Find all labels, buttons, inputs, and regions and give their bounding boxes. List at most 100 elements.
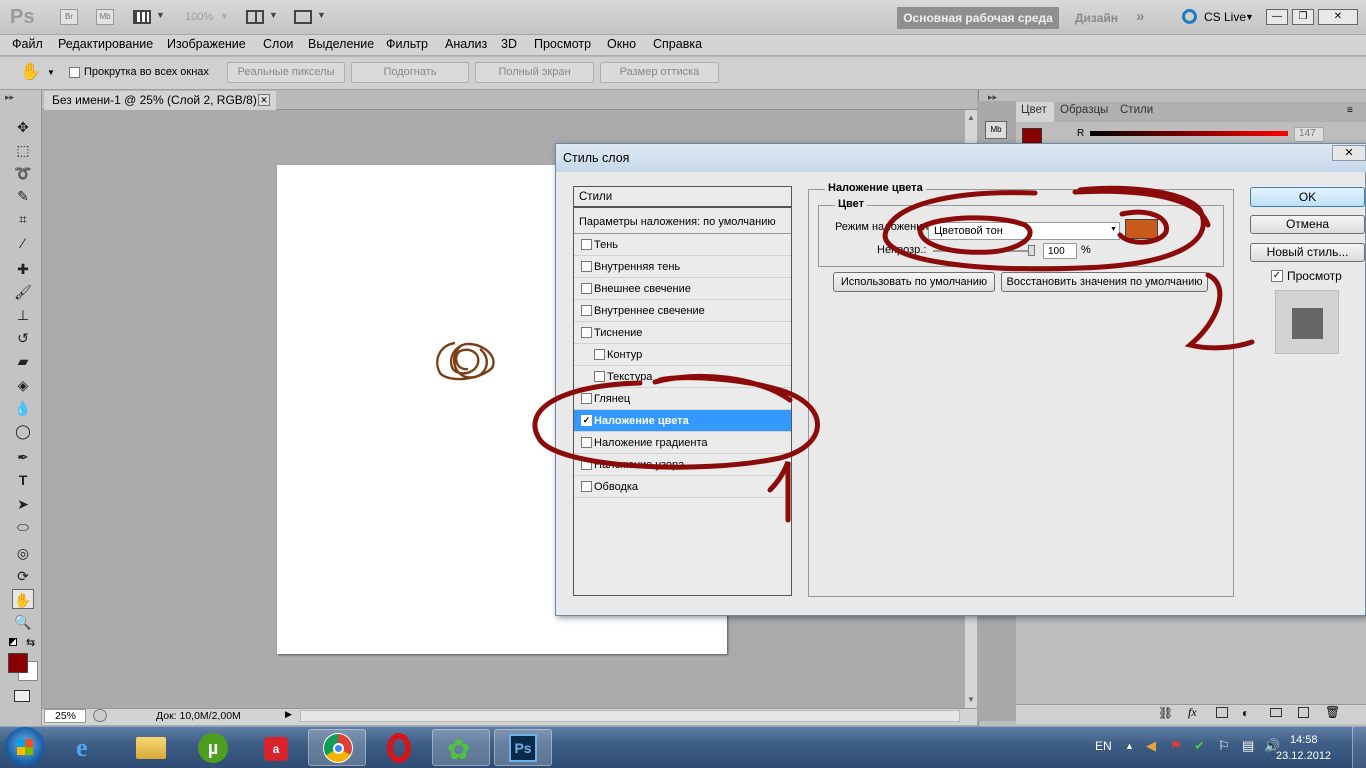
panel-foreground-swatch[interactable] (1022, 128, 1042, 144)
link-layers-icon[interactable]: ⛓ (1158, 706, 1173, 720)
effect-checkbox[interactable] (581, 261, 592, 272)
taskbar-chrome[interactable] (308, 729, 366, 766)
pen-tool-icon[interactable]: ✒ (12, 447, 34, 467)
scroll-up-icon[interactable]: ▲ (967, 113, 975, 122)
effect-row[interactable]: Наложение градиента (574, 432, 791, 454)
marquee-tool-icon[interactable]: ⬚ (12, 140, 34, 160)
chevron-down-icon[interactable]: ▼ (1110, 226, 1117, 233)
tray-security-icon[interactable]: ⚑ (1170, 738, 1182, 754)
print-size-button[interactable]: Размер оттиска (600, 62, 719, 83)
menu-3d[interactable]: 3D (501, 37, 517, 51)
chevron-down-icon[interactable]: ▼ (269, 10, 278, 20)
minimize-button[interactable]: — (1266, 9, 1288, 25)
chevron-down-icon[interactable]: ▼ (220, 11, 229, 21)
mini-bridge-button[interactable]: Mb (96, 9, 114, 25)
eyedropper-tool-icon[interactable]: ⁄ (12, 233, 34, 253)
red-channel-slider[interactable] (1090, 131, 1288, 136)
effect-checkbox[interactable] (581, 327, 592, 338)
status-menu-arrow-icon[interactable]: ▶ (285, 709, 292, 720)
effect-checkbox[interactable] (581, 393, 592, 404)
close-document-icon[interactable]: ✕ (258, 94, 270, 106)
history-brush-tool-icon[interactable]: ↺ (12, 328, 34, 348)
effect-checkbox[interactable] (594, 349, 605, 360)
actual-pixels-button[interactable]: Реальные пикселы (227, 62, 345, 83)
workspace-essentials-button[interactable]: Основная рабочая среда (897, 7, 1059, 29)
taskbar-opera[interactable] (370, 729, 428, 766)
eraser-tool-icon[interactable]: ▰ (12, 351, 34, 371)
effect-row[interactable]: Тень (574, 234, 791, 256)
menu-analysis[interactable]: Анализ (445, 37, 487, 51)
tray-app-icon[interactable]: ◀ (1146, 738, 1156, 754)
effect-row[interactable]: Внутренняя тень (574, 256, 791, 278)
move-tool-icon[interactable]: ✥ (12, 117, 34, 137)
cs-live-button[interactable]: CS Live (1204, 10, 1246, 24)
arrange-documents-icon[interactable] (246, 10, 264, 24)
tab-styles[interactable]: Стили (1120, 104, 1153, 116)
effect-row[interactable]: Наложение узора (574, 454, 791, 476)
default-colors-icon[interactable] (9, 638, 17, 646)
reset-default-button[interactable]: Восстановить значения по умолчанию (1001, 272, 1208, 292)
cs-live-icon[interactable] (1182, 9, 1197, 24)
tab-swatches[interactable]: Образцы (1060, 104, 1108, 116)
fill-screen-button[interactable]: Полный экран (475, 62, 594, 83)
new-layer-icon[interactable] (1298, 707, 1309, 718)
show-desktop-button[interactable] (1352, 727, 1366, 768)
blending-options-item[interactable]: Параметры наложения: по умолчанию (574, 210, 791, 234)
3d-orbit-tool-icon[interactable]: ⟳ (12, 566, 34, 586)
effect-checkbox[interactable] (581, 305, 592, 316)
trash-icon[interactable]: 🗑 (1325, 705, 1340, 719)
hand-tool-icon[interactable]: ✋ (12, 589, 34, 609)
status-info-icon[interactable] (93, 709, 107, 722)
clone-stamp-tool-icon[interactable]: ⊥ (12, 305, 34, 325)
foreground-color-swatch[interactable] (8, 653, 28, 673)
bridge-button[interactable]: Br (60, 9, 78, 25)
healing-brush-tool-icon[interactable]: ✚ (12, 259, 34, 279)
effect-checkbox[interactable] (581, 481, 592, 492)
effect-row[interactable]: Тиснение (574, 322, 791, 344)
network-icon[interactable]: ▤ (1242, 738, 1254, 754)
tray-action-center-icon[interactable]: ⚐ (1218, 738, 1230, 754)
opacity-input[interactable]: 100 (1043, 243, 1077, 259)
styles-header[interactable]: Стили (574, 187, 791, 208)
type-tool-icon[interactable]: T (12, 470, 34, 490)
effect-checkbox[interactable] (581, 283, 592, 294)
ok-button[interactable]: OK (1250, 187, 1365, 207)
effect-checkbox[interactable] (594, 371, 605, 382)
crop-tool-icon[interactable]: ⌗ (12, 209, 34, 229)
taskbar-icq[interactable]: ✿ (432, 729, 490, 766)
blur-tool-icon[interactable]: 💧 (12, 398, 34, 418)
menu-view[interactable]: Просмотр (534, 37, 591, 51)
restore-button[interactable]: ❐ (1292, 9, 1314, 25)
close-button[interactable]: ✕ (1318, 9, 1358, 25)
chevron-down-icon[interactable]: ▼ (156, 10, 165, 20)
effect-row[interactable]: Контур (574, 344, 791, 366)
dialog-close-button[interactable]: ✕ (1332, 145, 1366, 161)
scroll-all-windows-checkbox[interactable] (69, 67, 80, 78)
paint-bucket-tool-icon[interactable]: ◈ (12, 375, 34, 395)
effect-row[interactable]: ✓ Наложение цвета (574, 410, 791, 432)
menu-layers[interactable]: Слои (263, 37, 293, 51)
preview-checkbox[interactable]: ✓ (1271, 270, 1283, 282)
effect-row[interactable]: Текстура (574, 366, 791, 388)
effect-checkbox[interactable] (581, 437, 592, 448)
taskbar-photoshop[interactable]: Ps (494, 729, 552, 766)
language-indicator[interactable]: EN (1095, 739, 1112, 753)
taskbar-aimp[interactable]: a (246, 729, 304, 766)
taskbar-file-explorer[interactable] (122, 729, 180, 766)
quick-select-tool-icon[interactable]: ✎ (12, 186, 34, 206)
document-tab[interactable]: Без имени-1 @ 25% (Слой 2, RGB/8) * (44, 91, 276, 110)
dodge-tool-icon[interactable]: ◯ (12, 421, 34, 441)
overlay-color-swatch[interactable] (1125, 219, 1158, 239)
menu-select[interactable]: Выделение (308, 37, 374, 51)
tray-torrent-icon[interactable]: ✔ (1194, 738, 1205, 754)
red-channel-value[interactable]: 147 (1294, 127, 1324, 142)
blend-mode-select[interactable]: Цветовой тон (928, 222, 1120, 240)
scroll-down-icon[interactable]: ▼ (967, 695, 975, 704)
effect-row[interactable]: Внутреннее свечение (574, 300, 791, 322)
screen-mode-icon[interactable] (294, 10, 312, 24)
hand-tool-preset-icon[interactable]: ✋ (20, 62, 41, 82)
horizontal-scrollbar[interactable] (300, 710, 960, 722)
effect-row[interactable]: Глянец (574, 388, 791, 410)
taskbar-internet-explorer[interactable]: e (60, 729, 118, 766)
clock-date[interactable]: 23.12.2012 (1276, 750, 1331, 762)
